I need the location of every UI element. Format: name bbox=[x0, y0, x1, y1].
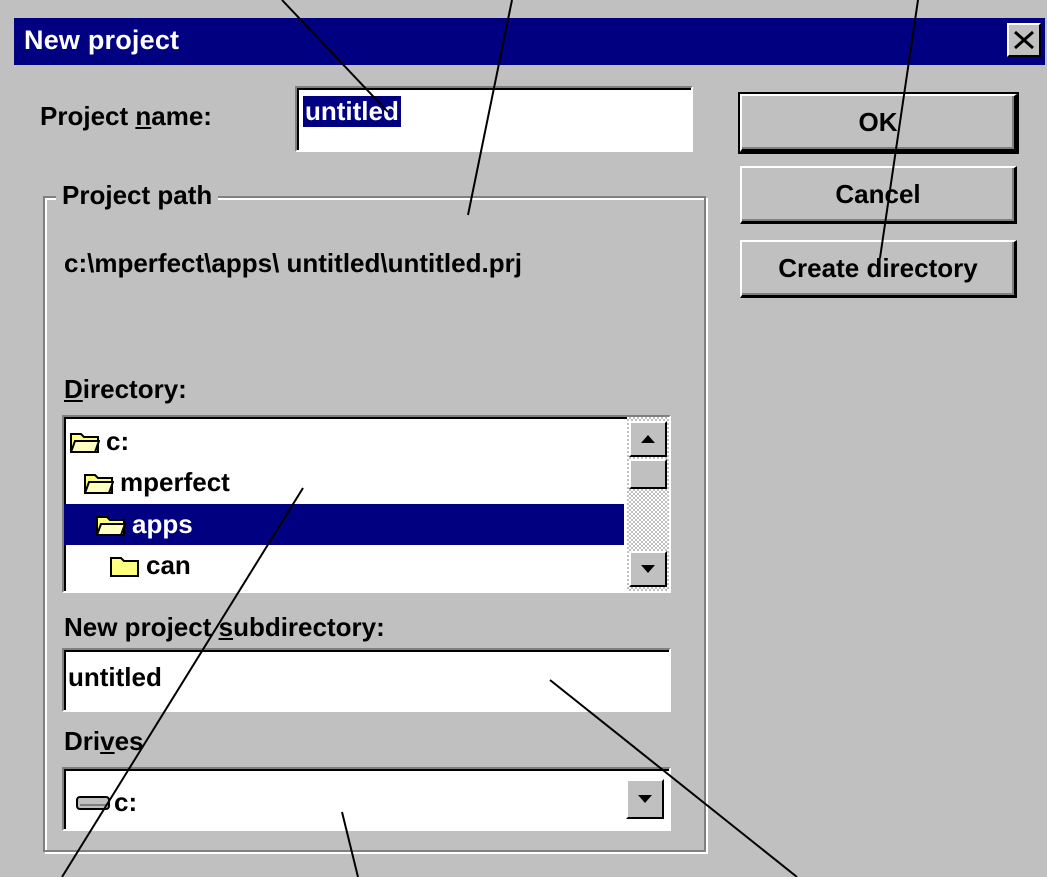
cancel-button[interactable]: Cancel bbox=[740, 166, 1017, 224]
drives-label: Drives bbox=[64, 726, 144, 756]
directory-scrollbar[interactable] bbox=[627, 417, 669, 591]
project-path-value: c:\mperfect\apps\ untitled\untitled.prj bbox=[64, 248, 522, 278]
project-name-value: untitled bbox=[303, 96, 401, 127]
close-icon bbox=[1014, 30, 1034, 50]
directory-label: Directory: bbox=[64, 374, 187, 404]
directory-list[interactable]: c: mperfect apps can bbox=[62, 415, 671, 593]
hard-drive-icon bbox=[76, 795, 110, 810]
directory-item-mperfect[interactable]: mperfect bbox=[66, 462, 644, 503]
create-directory-button[interactable]: Create directory bbox=[740, 240, 1017, 298]
subdirectory-value: untitled bbox=[68, 662, 162, 692]
dialog-title: New project bbox=[24, 25, 180, 55]
scroll-down-button[interactable] bbox=[629, 551, 667, 587]
open-folder-icon bbox=[69, 430, 101, 454]
directory-item-c[interactable]: c: bbox=[66, 421, 630, 462]
directory-item-can[interactable]: can bbox=[66, 545, 669, 586]
ok-button[interactable]: OK bbox=[738, 92, 1019, 154]
subdirectory-label: New project subdirectory: bbox=[64, 612, 385, 642]
open-folder-icon bbox=[95, 513, 127, 537]
arrow-down-icon bbox=[641, 565, 655, 573]
chevron-down-icon bbox=[638, 795, 652, 803]
drives-dropdown-button[interactable] bbox=[626, 779, 664, 819]
directory-item-apps[interactable]: apps bbox=[64, 504, 624, 545]
scroll-up-button[interactable] bbox=[629, 421, 667, 457]
drives-selected-value: c: bbox=[114, 787, 138, 817]
close-button[interactable] bbox=[1007, 23, 1041, 57]
project-name-label: Project name: bbox=[40, 101, 212, 131]
arrow-up-icon bbox=[641, 435, 655, 443]
open-folder-icon bbox=[83, 471, 115, 495]
title-bar[interactable]: New project bbox=[14, 18, 1045, 65]
new-project-dialog: New project Project name: untitled OK Ca… bbox=[0, 0, 1047, 877]
scroll-thumb[interactable] bbox=[629, 459, 667, 489]
subdirectory-input[interactable]: untitled bbox=[62, 648, 671, 712]
folder-icon bbox=[110, 554, 140, 578]
project-name-input[interactable]: untitled bbox=[295, 86, 693, 152]
project-path-group-label: Project path bbox=[56, 180, 219, 211]
drives-select[interactable]: c: bbox=[62, 767, 671, 831]
